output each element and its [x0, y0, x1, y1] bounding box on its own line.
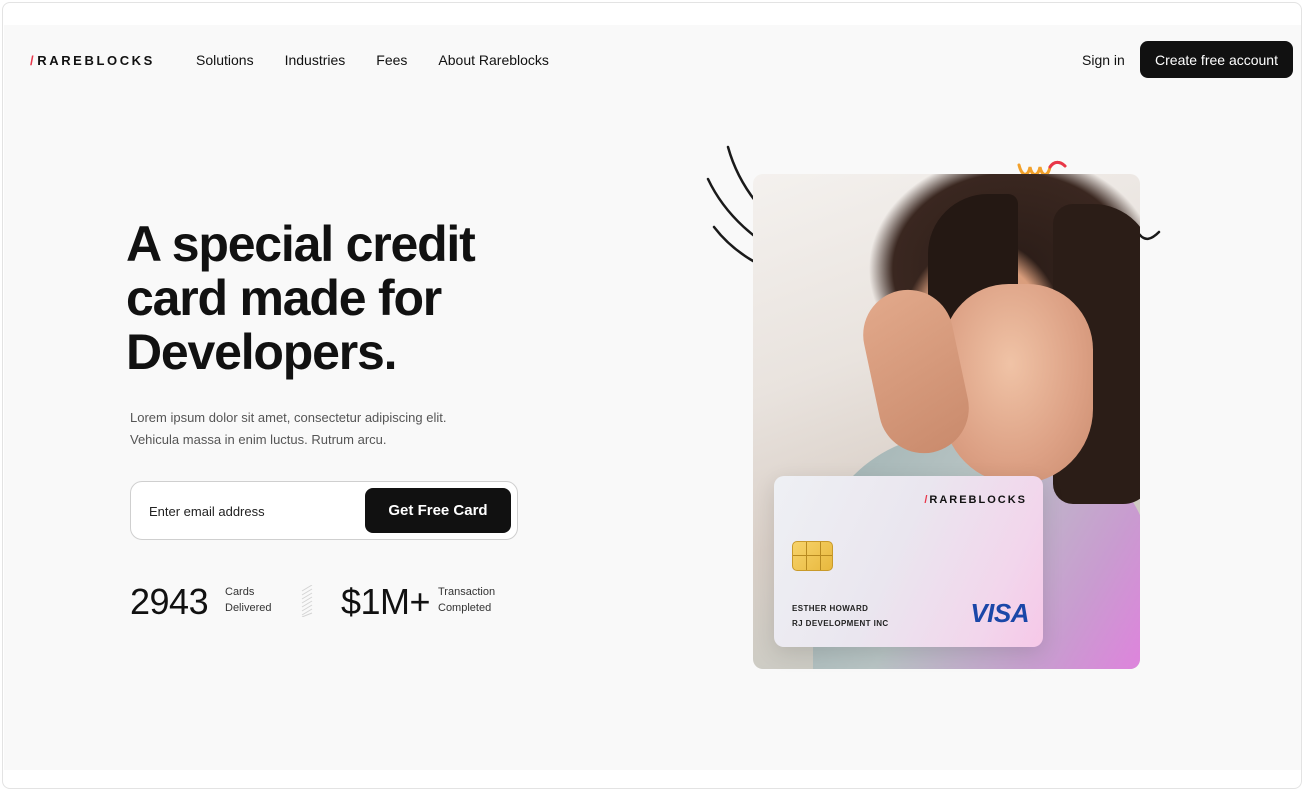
- description-line-2: Vehicula massa in enim luctus. Rutrum ar…: [130, 432, 387, 447]
- create-account-button[interactable]: Create free account: [1140, 41, 1293, 78]
- stat-cards-label: Cards Delivered: [225, 584, 271, 616]
- landing-page: /RAREBLOCKS Solutions Industries Fees Ab…: [4, 25, 1301, 770]
- card-company-name: RJ DEVELOPMENT INC: [792, 619, 889, 628]
- description-line-1: Lorem ipsum dolor sit amet, consectetur …: [130, 410, 447, 425]
- nav-about[interactable]: About Rareblocks: [438, 52, 549, 68]
- email-signup-form: Get Free Card: [130, 481, 518, 540]
- headline-line-1: A special credit: [126, 216, 476, 272]
- credit-card-mockup: /RAREBLOCKS ESTHER HOWARD RJ DEVELOPMENT…: [774, 476, 1043, 647]
- brand-logo[interactable]: /RAREBLOCKS: [30, 53, 155, 68]
- nav-industries[interactable]: Industries: [285, 52, 346, 68]
- browser-frame: /RAREBLOCKS Solutions Industries Fees Ab…: [2, 2, 1302, 789]
- logo-slash: /: [30, 53, 37, 68]
- get-free-card-button[interactable]: Get Free Card: [365, 488, 511, 533]
- logo-text: RAREBLOCKS: [37, 53, 155, 68]
- stat-transactions-label-line-1: Transaction: [438, 586, 496, 598]
- stat-divider: [301, 585, 313, 617]
- visa-logo: VISA: [970, 598, 1029, 628]
- stat-cards-value: 2943: [130, 581, 209, 622]
- headline-line-3: Developers.: [126, 324, 397, 380]
- nav-solutions[interactable]: Solutions: [196, 52, 254, 68]
- nav-fees[interactable]: Fees: [376, 52, 407, 68]
- hero-description: Lorem ipsum dolor sit amet, consectetur …: [130, 407, 510, 451]
- sign-in-link[interactable]: Sign in: [1082, 52, 1125, 68]
- card-chip-icon: [792, 541, 833, 571]
- stat-cards-label-line-1: Cards: [225, 586, 255, 598]
- card-holder-name: ESTHER HOWARD: [792, 604, 869, 613]
- stat-transactions-label-line-2: Completed: [438, 602, 492, 614]
- stat-cards-label-line-2: Delivered: [225, 602, 272, 614]
- email-input[interactable]: [149, 499, 349, 523]
- card-logo-text: RAREBLOCKS: [929, 494, 1027, 506]
- stat-transactions-value: $1M+: [341, 581, 431, 622]
- card-brand-logo: /RAREBLOCKS: [924, 494, 1027, 506]
- main-nav: Solutions Industries Fees About Rarebloc…: [196, 52, 580, 68]
- headline-line-2: card made for: [126, 270, 442, 326]
- photo-face: [943, 284, 1093, 484]
- hero-headline: A special credit card made for Developer…: [126, 217, 566, 379]
- stat-transactions-label: Transaction Completed: [438, 584, 495, 616]
